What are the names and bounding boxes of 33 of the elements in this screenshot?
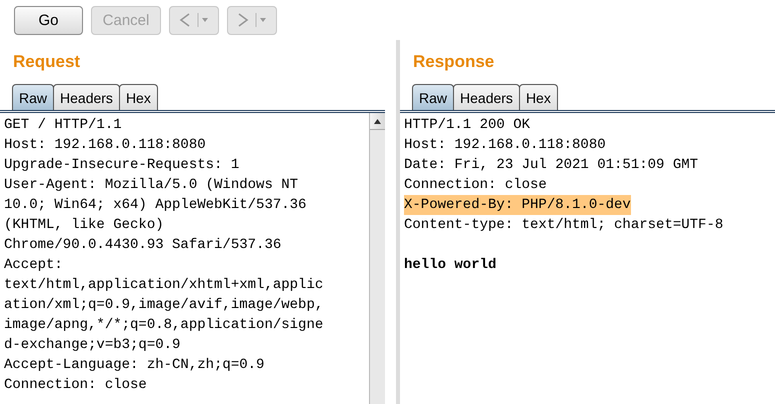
text-line: HTTP/1.1 200 OK (404, 116, 530, 135)
tab[interactable]: Headers (453, 84, 520, 110)
text-line: image/apng,*/*;q=0.8,application/signe (4, 316, 324, 335)
text-line: User-Agent: Mozilla/5.0 (Windows NT (4, 176, 298, 195)
text-line: Date: Fri, 23 Jul 2021 01:51:09 GMT (404, 156, 698, 175)
text-line: Accept: (4, 256, 63, 275)
up-arrow-icon (374, 118, 381, 124)
text-line: (KHTML, like Gecko) (4, 216, 164, 235)
go-button[interactable]: Go (14, 6, 83, 34)
text-line: Upgrade-Insecure-Requests: 1 (4, 156, 240, 175)
text-line: ation/xml;q=0.9,image/avif,image/webp, (4, 296, 324, 315)
tab[interactable]: Hex (518, 84, 558, 110)
panel-title: Request (12, 51, 82, 73)
text-line: d-exchange;v=b3;q=0.9 (4, 336, 180, 355)
tab[interactable]: Raw (12, 84, 54, 110)
panel-title: Response (412, 51, 496, 73)
tab[interactable]: Hex (118, 84, 158, 110)
text-line: Accept-Language: zh-CN,zh;q=0.9 (4, 356, 264, 375)
tab[interactable]: Raw (412, 84, 454, 110)
body-text: hello world (404, 256, 496, 275)
text-line: Host: 192.168.0.118:8080 (404, 136, 606, 155)
text-line: Connection: close (404, 176, 547, 195)
text-line: Content-type: text/html; charset=UTF-8 (404, 216, 724, 235)
tab[interactable]: Headers (53, 84, 120, 110)
text-line: 10.0; Win64; x64) AppleWebKit/537.36 (4, 196, 306, 215)
dropdown-caret-icon (197, 13, 209, 27)
text-line: Connection: close (4, 376, 147, 395)
text-line: Host: 192.168.0.118:8080 (4, 136, 206, 155)
scrollbar[interactable] (369, 113, 385, 404)
text-line: Chrome/90.0.4430.93 Safari/537.36 (4, 236, 282, 255)
text-line: text/html,application/xhtml+xml,applic (4, 276, 324, 295)
dropdown-caret-icon (255, 13, 267, 27)
text-line: GET / HTTP/1.1 (4, 116, 122, 135)
